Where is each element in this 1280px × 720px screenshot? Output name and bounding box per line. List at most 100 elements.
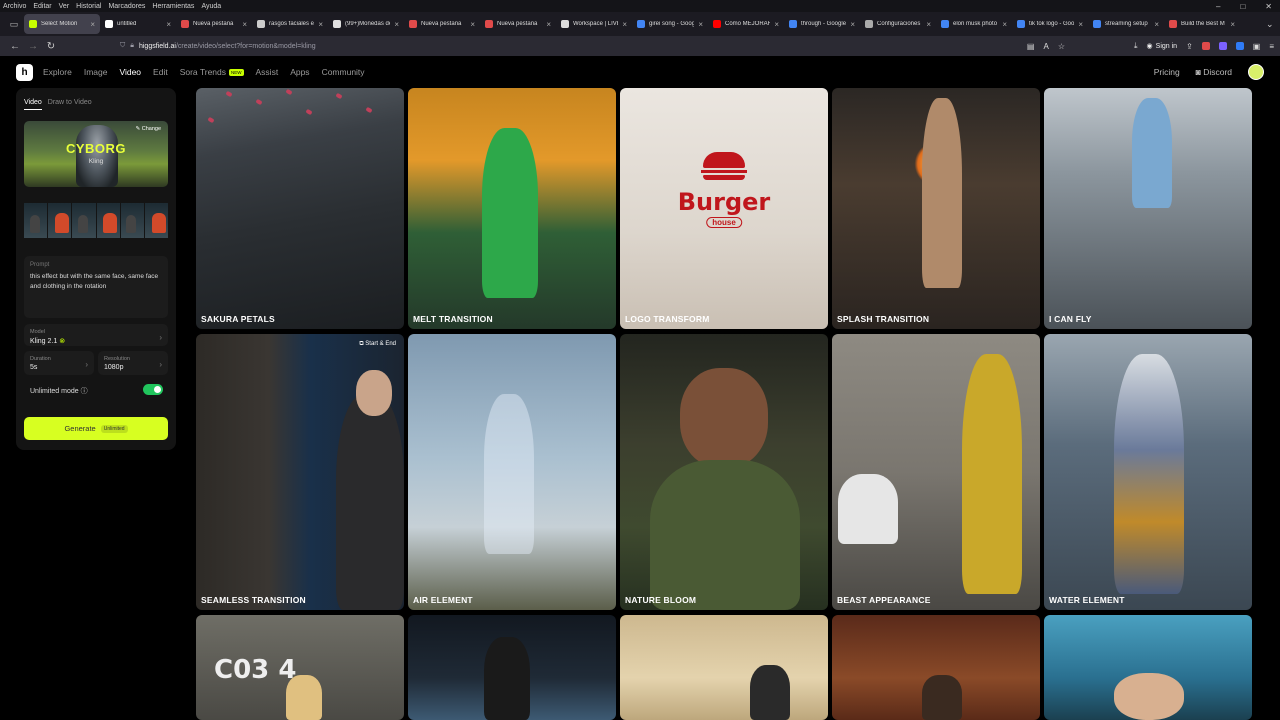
- bookmark-star-icon[interactable]: ☆: [1058, 42, 1065, 51]
- tab-close-icon[interactable]: ×: [850, 20, 855, 29]
- nav-image[interactable]: Image: [84, 67, 108, 77]
- shield-icon[interactable]: ⛉: [120, 42, 125, 50]
- browser-tab[interactable]: girei song - Goog ×: [632, 14, 708, 34]
- tab-draw-to-video[interactable]: Draw to Video: [48, 99, 92, 110]
- browser-tab[interactable]: Workspace | LIVE ×: [556, 14, 632, 34]
- tab-close-icon[interactable]: ×: [926, 20, 931, 29]
- preset-card-water-element[interactable]: WATER ELEMENT: [1044, 334, 1252, 610]
- nav-edit[interactable]: Edit: [153, 67, 168, 77]
- discord-link[interactable]: ◙ Discord: [1196, 67, 1232, 77]
- preset-card-sakura-petals[interactable]: SAKURA PETALS: [196, 88, 404, 329]
- tab-close-icon[interactable]: ×: [90, 20, 95, 29]
- tab-close-icon[interactable]: ×: [1230, 20, 1235, 29]
- extension-blue-icon[interactable]: [1235, 42, 1244, 50]
- sign-in-button[interactable]: ◉ Sign in: [1147, 42, 1178, 51]
- selected-motion-preset[interactable]: CYBORG Kling ✎ Change: [24, 121, 168, 187]
- menu-herramientas[interactable]: Herramientas: [152, 3, 194, 10]
- reload-icon[interactable]: ↻: [42, 41, 60, 52]
- download-icon[interactable]: ⤓: [1134, 41, 1138, 51]
- preset-card-logo-transform[interactable]: Burger house LOGO TRANSFORM: [620, 88, 828, 329]
- browser-tab[interactable]: Nueva pestaña ×: [480, 14, 556, 34]
- generate-button[interactable]: Generate Unlimited: [24, 417, 168, 440]
- tab-overflow-icon[interactable]: ⌄: [1266, 19, 1280, 30]
- forward-icon[interactable]: →: [24, 41, 42, 52]
- nav-sora-trends[interactable]: Sora Trends NEW: [180, 67, 244, 77]
- tab-close-icon[interactable]: ×: [166, 20, 171, 29]
- prompt-input[interactable]: Prompt this effect but with the same fac…: [24, 256, 168, 318]
- browser-tab[interactable]: elon musk photo ×: [936, 14, 1012, 34]
- preset-card-nature-bloom[interactable]: NATURE BLOOM: [620, 334, 828, 610]
- unlimited-mode-toggle[interactable]: [143, 384, 163, 395]
- browser-tab[interactable]: Nueva pestaña ×: [404, 14, 480, 34]
- tab-close-icon[interactable]: ×: [546, 20, 551, 29]
- browser-tab[interactable]: (99+)Monedas de ×: [328, 14, 404, 34]
- tab-close-icon[interactable]: ×: [470, 20, 475, 29]
- menu-historial[interactable]: Historial: [76, 3, 101, 10]
- tab-close-icon[interactable]: ×: [242, 20, 247, 29]
- back-icon[interactable]: ←: [6, 41, 24, 52]
- browser-tab[interactable]: tik tok logo - Goo ×: [1012, 14, 1088, 34]
- browser-tab[interactable]: Select Motion ×: [24, 14, 100, 34]
- browser-tab[interactable]: untitled ×: [100, 14, 176, 34]
- nav-video[interactable]: Video: [119, 67, 141, 77]
- extension-purple-icon[interactable]: [1218, 42, 1227, 50]
- preset-card-row3-2[interactable]: [408, 615, 616, 720]
- nav-assist[interactable]: Assist: [256, 67, 279, 77]
- change-preset-button[interactable]: ✎ Change: [136, 126, 161, 132]
- reader-icon[interactable]: ▤: [1027, 42, 1035, 51]
- reference-frames[interactable]: [24, 203, 169, 238]
- tab-close-icon[interactable]: ×: [698, 20, 703, 29]
- nav-explore[interactable]: Explore: [43, 67, 72, 77]
- resolution-select[interactable]: Resolution 1080p ›: [98, 351, 168, 375]
- tab-close-icon[interactable]: ×: [774, 20, 779, 29]
- preset-card-row3-3[interactable]: [620, 615, 828, 720]
- preset-card-beast-appearance[interactable]: BEAST APPEARANCE: [832, 334, 1040, 610]
- user-avatar[interactable]: [1248, 64, 1264, 80]
- duration-select[interactable]: Duration 5s ›: [24, 351, 94, 375]
- maximize-icon[interactable]: □: [1240, 2, 1245, 11]
- menu-marcadores[interactable]: Marcadores: [108, 3, 145, 10]
- tab-video[interactable]: Video: [24, 99, 42, 110]
- preset-card-melt-transition[interactable]: MELT TRANSITION: [408, 88, 616, 329]
- browser-tab[interactable]: Nueva pestaña ×: [176, 14, 252, 34]
- tab-close-icon[interactable]: ×: [394, 20, 399, 29]
- tab-close-icon[interactable]: ×: [1078, 20, 1083, 29]
- address-bar[interactable]: ⛉ 🔒︎ higgsfield.ai/create/video/select?f…: [120, 42, 980, 50]
- tab-close-icon[interactable]: ×: [318, 20, 323, 29]
- browser-menu-icon[interactable]: ≡: [1269, 42, 1274, 51]
- higgsfield-logo[interactable]: h: [16, 63, 33, 81]
- preset-card-seamless-transition[interactable]: ⧉ Start & End SEAMLESS TRANSITION: [196, 334, 404, 610]
- menu-ver[interactable]: Ver: [59, 3, 70, 10]
- prompt-text[interactable]: this effect but with the same face, same…: [30, 272, 162, 292]
- nav-community[interactable]: Community: [322, 67, 365, 77]
- translate-icon[interactable]: A: [1043, 42, 1048, 51]
- sidebar-toggle-icon[interactable]: ▣: [1253, 42, 1261, 51]
- extension-red-icon[interactable]: [1201, 42, 1210, 50]
- browser-tab[interactable]: Build the Best M ×: [1164, 14, 1240, 34]
- browser-tab[interactable]: Configuraciones ×: [860, 14, 936, 34]
- preset-card-row3-1[interactable]: C03 4: [196, 615, 404, 720]
- browser-tab[interactable]: through - Google ×: [784, 14, 860, 34]
- browser-tab[interactable]: Cómo MEJORAR ×: [708, 14, 784, 34]
- minimize-icon[interactable]: –: [1216, 2, 1220, 11]
- browser-tab[interactable]: streaming setup ×: [1088, 14, 1164, 34]
- menu-archivo[interactable]: Archivo: [3, 3, 26, 10]
- browser-tab[interactable]: rasgos faciales en ×: [252, 14, 328, 34]
- extensions-icon[interactable]: ⇪: [1186, 42, 1193, 51]
- preset-card-row3-5[interactable]: [1044, 615, 1252, 720]
- tab-close-icon[interactable]: ×: [1154, 20, 1159, 29]
- tab-close-icon[interactable]: ×: [622, 20, 627, 29]
- close-window-icon[interactable]: ✕: [1265, 2, 1272, 11]
- tab-list-icon[interactable]: ▭: [4, 14, 24, 34]
- menu-ayuda[interactable]: Ayuda: [201, 3, 221, 10]
- menu-editar[interactable]: Editar: [33, 3, 51, 10]
- preset-card-i-can-fly[interactable]: I CAN FLY: [1044, 88, 1252, 329]
- preset-card-air-element[interactable]: AIR ELEMENT: [408, 334, 616, 610]
- preset-card-row3-4[interactable]: [832, 615, 1040, 720]
- tab-title: Nueva pestaña: [497, 21, 538, 27]
- preset-card-splash-transition[interactable]: SPLASH TRANSITION: [832, 88, 1040, 329]
- pricing-link[interactable]: Pricing: [1154, 67, 1180, 77]
- tab-close-icon[interactable]: ×: [1002, 20, 1007, 29]
- nav-apps[interactable]: Apps: [290, 67, 309, 77]
- model-select[interactable]: Model Kling 2.1 ⊗ ›: [24, 324, 168, 346]
